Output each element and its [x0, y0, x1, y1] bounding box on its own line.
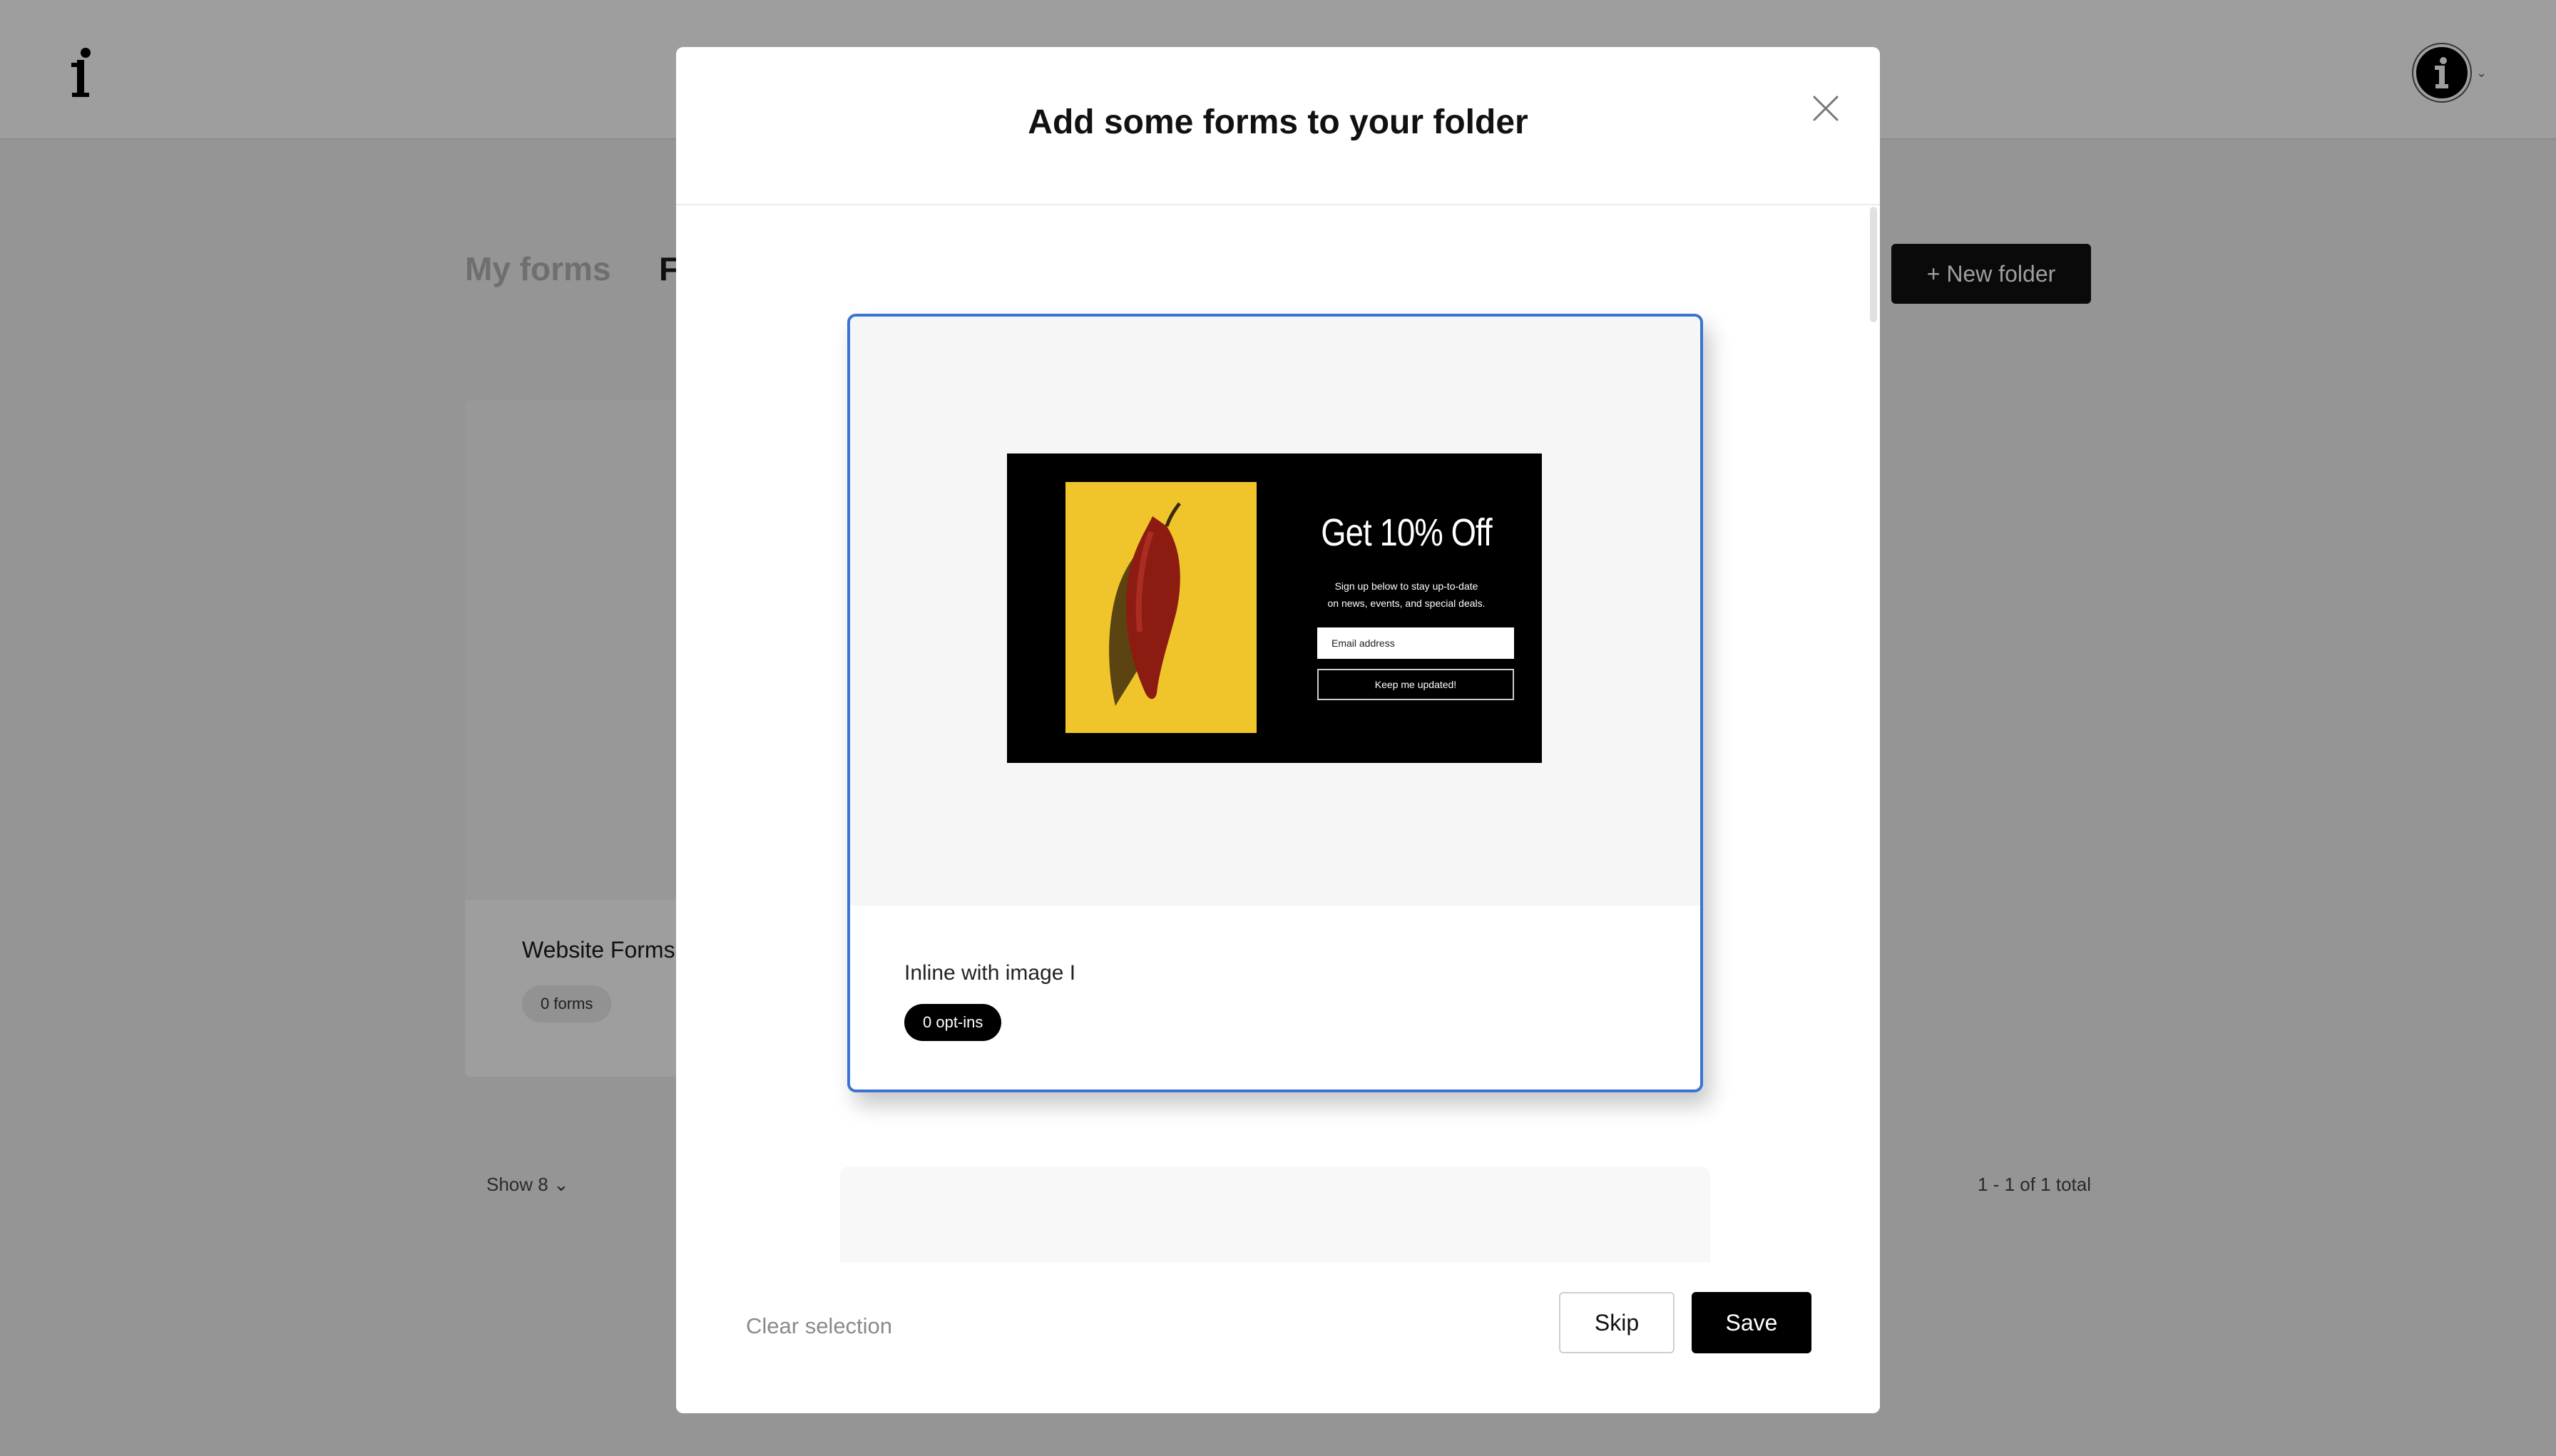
clear-selection-link[interactable]: Clear selection	[746, 1313, 892, 1339]
optins-badge: 0 opt-ins	[904, 1004, 1002, 1041]
preview-email-field: Email address	[1317, 627, 1514, 659]
form-preview-area: Get 10% Off Sign up below to stay up-to-…	[850, 317, 1700, 906]
form-card[interactable]	[840, 1167, 1710, 1262]
form-name: Inline with image I	[904, 961, 1076, 985]
preview-heading: Get 10% Off	[1321, 511, 1492, 554]
preview-subtext-line1: Sign up below to stay up-to-date	[1334, 580, 1478, 592]
preview-submit-button: Keep me updated!	[1317, 669, 1514, 700]
forms-list[interactable]: Get 10% Off Sign up below to stay up-to-…	[676, 207, 1880, 1262]
pepper-image	[1065, 482, 1257, 733]
close-icon[interactable]	[1811, 94, 1840, 123]
scrollbar[interactable]	[1870, 207, 1877, 322]
modal-footer: Clear selection Skip Save	[676, 1262, 1880, 1413]
form-thumbnail: Get 10% Off Sign up below to stay up-to-…	[1007, 453, 1542, 763]
preview-subtext-line2: on news, events, and special deals.	[1327, 598, 1486, 609]
modal-header: Add some forms to your folder	[676, 47, 1880, 205]
form-card-selected[interactable]: Get 10% Off Sign up below to stay up-to-…	[847, 314, 1703, 1092]
skip-button[interactable]: Skip	[1559, 1292, 1675, 1353]
modal-title: Add some forms to your folder	[1028, 103, 1528, 141]
app-screen: ⌄ My forms F + New folder Website Forms …	[0, 0, 2556, 1456]
add-forms-modal: Add some forms to your folder Get 10% Of…	[676, 47, 1880, 1413]
save-button[interactable]: Save	[1692, 1292, 1811, 1353]
preview-subtext: Sign up below to stay up-to-date on news…	[1292, 578, 1520, 612]
